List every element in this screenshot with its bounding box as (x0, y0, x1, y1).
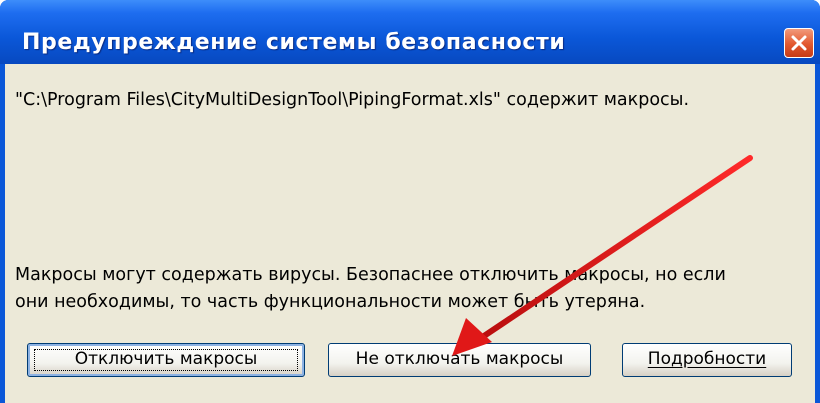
close-icon (791, 35, 807, 51)
disable-macros-button[interactable]: Отключить макросы (27, 343, 305, 377)
macro-warning-line-1: Макросы могут содержать вирусы. Безопасн… (15, 265, 726, 285)
dialog-title: Предупреждение системы безопасности (22, 30, 566, 55)
enable-macros-label: Не отключать макросы (355, 349, 564, 369)
details-button[interactable]: Подробности (622, 343, 792, 377)
security-warning-dialog: Предупреждение системы безопасности "C:\… (0, 0, 820, 403)
enable-macros-button[interactable]: Не отключать макросы (328, 343, 591, 377)
disable-macros-label: Отключить макросы (74, 349, 258, 369)
file-path-message: "C:\Program Files\CityMultiDesignTool\Pi… (15, 90, 690, 110)
close-button[interactable] (784, 28, 814, 58)
macro-warning-text: Макросы могут содержать вирусы. Безопасн… (15, 262, 726, 316)
title-bar[interactable]: Предупреждение системы безопасности (0, 0, 820, 64)
macro-warning-line-2: они необходимы, то часть функциональност… (15, 292, 646, 312)
dialog-body: "C:\Program Files\CityMultiDesignTool\Pi… (5, 64, 815, 403)
details-label: Подробности (647, 349, 767, 369)
